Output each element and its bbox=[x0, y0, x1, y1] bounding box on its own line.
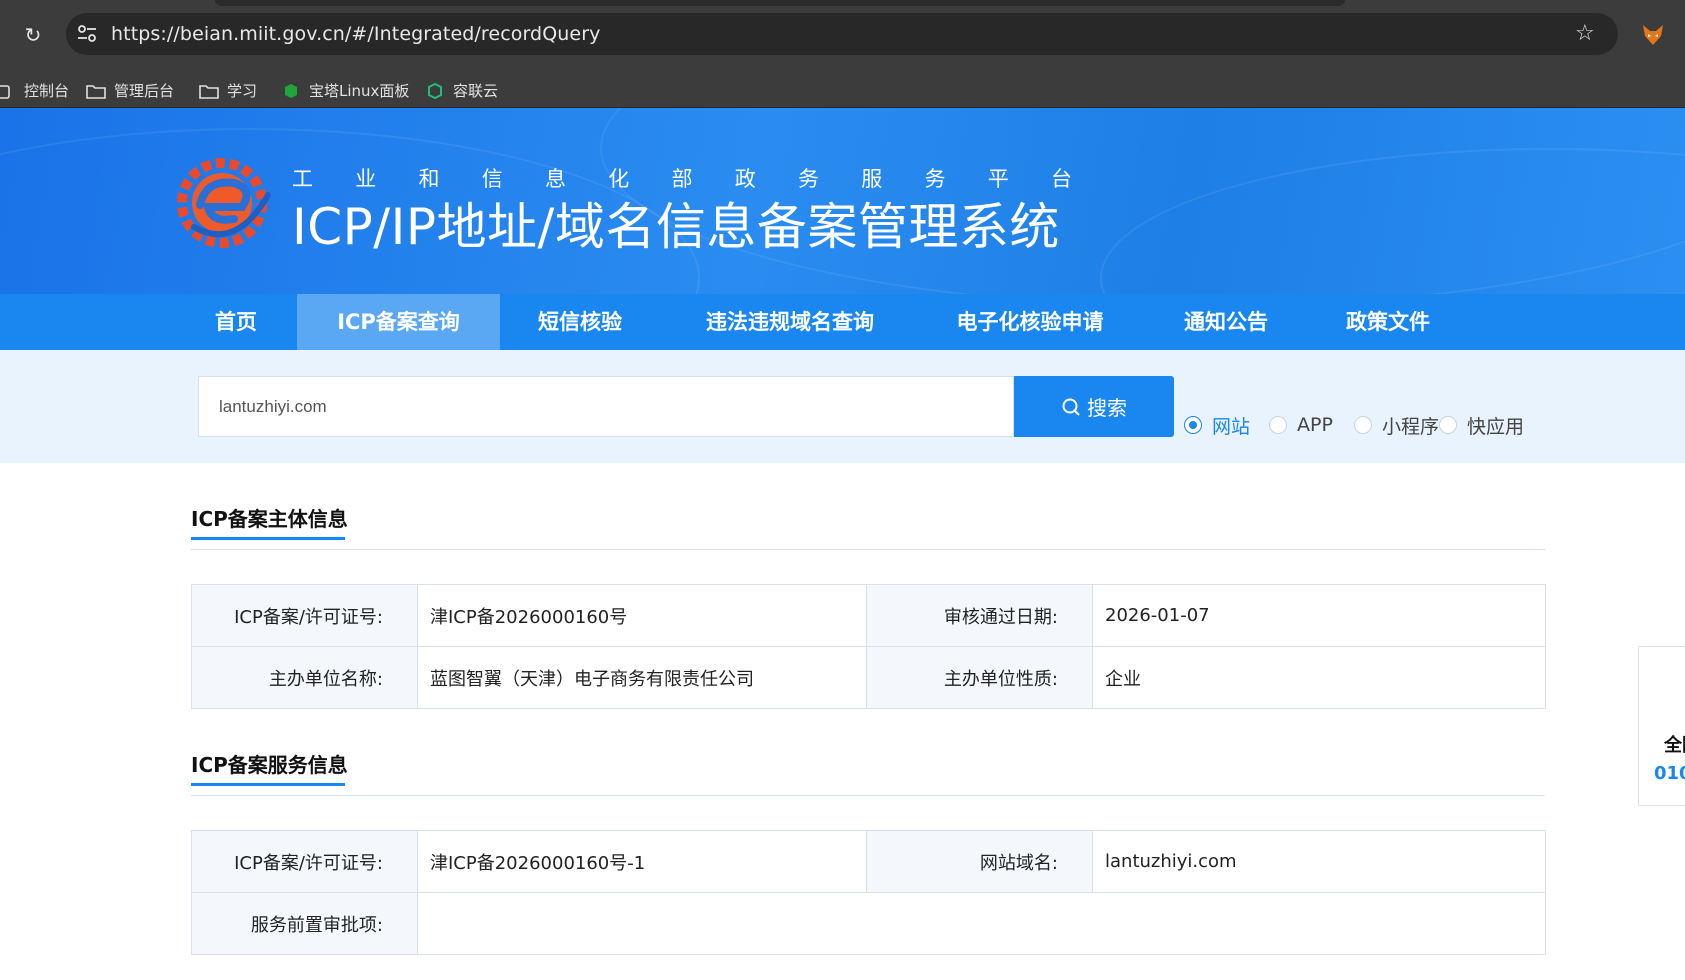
radio-dot bbox=[1269, 416, 1287, 434]
service-license-value: 津ICP备2026000160号-1 bbox=[417, 830, 867, 893]
radio-label: APP bbox=[1297, 414, 1333, 436]
nav-policy[interactable]: 政策文件 bbox=[1332, 294, 1444, 350]
nav-icp-query[interactable]: ICP备案查询 bbox=[297, 294, 500, 350]
subject-info-table: ICP备案/许可证号: 津ICP备2026000160号 审核通过日期: 202… bbox=[191, 584, 1546, 709]
subtitle-char: 和 bbox=[418, 167, 440, 191]
search-icon bbox=[1062, 398, 1080, 415]
bookmark-ronglian[interactable]: 容联云 bbox=[425, 80, 498, 102]
radio-label: 小程序 bbox=[1382, 415, 1440, 438]
approval-date-label: 审核通过日期: bbox=[866, 584, 1093, 647]
section-divider bbox=[191, 795, 1545, 796]
organizer-name-value: 蓝图智翼（天津）电子商务有限责任公司 bbox=[417, 646, 867, 709]
nav-sms-verify[interactable]: 短信核验 bbox=[520, 294, 640, 350]
type-website-radio[interactable]: 网站 bbox=[1184, 413, 1251, 438]
table-row: ICP备案/许可证号: 津ICP备2026000160号 审核通过日期: 202… bbox=[191, 584, 1546, 647]
table-row: ICP备案/许可证号: 津ICP备2026000160号-1 网站域名: lan… bbox=[191, 830, 1546, 893]
radio-label: 快应用 bbox=[1467, 415, 1525, 438]
bookmark-study[interactable]: 学习 bbox=[199, 80, 257, 102]
subtitle-char: 业 bbox=[355, 167, 377, 191]
subtitle-char: 工 bbox=[292, 167, 313, 191]
pre-approval-label: 服务前置审批项: bbox=[191, 892, 418, 955]
table-row: 服务前置审批项: bbox=[191, 892, 1546, 955]
bookmark-star-icon[interactable]: ☆ bbox=[1575, 21, 1595, 47]
nav-e-verify[interactable]: 电子化核验申请 bbox=[940, 294, 1120, 350]
subtitle-char: 平 bbox=[987, 167, 1009, 191]
hotline-title: 全国 bbox=[1664, 735, 1685, 756]
section-underline bbox=[191, 537, 345, 540]
type-miniprogram-radio[interactable]: 小程序 bbox=[1354, 413, 1440, 438]
nav-home[interactable]: 首页 bbox=[191, 294, 281, 350]
folder-icon bbox=[86, 85, 106, 99]
organizer-type-value: 企业 bbox=[1092, 646, 1546, 709]
tab-strip bbox=[215, 0, 1345, 6]
type-app-radio[interactable]: APP bbox=[1269, 413, 1333, 437]
subtitle-char: 务 bbox=[924, 167, 946, 191]
miit-logo-icon bbox=[177, 158, 271, 248]
subtitle-char: 信 bbox=[481, 167, 503, 191]
bookmark-label: 管理后台 bbox=[114, 82, 175, 100]
radio-dot bbox=[1439, 416, 1457, 434]
search-button-label: 搜索 bbox=[1087, 398, 1127, 420]
bookmark-baota[interactable]: 宝塔Linux面板 bbox=[281, 80, 409, 102]
url-text[interactable]: https://beian.miit.gov.cn/#/Integrated/r… bbox=[111, 22, 600, 46]
bookmark-console[interactable]: 控制台 bbox=[0, 80, 69, 102]
domain-value: lantuzhiyi.com bbox=[1092, 830, 1546, 893]
reload-icon[interactable]: ↻ bbox=[20, 22, 46, 48]
license-label: ICP备案/许可证号: bbox=[191, 584, 418, 647]
license-value: 津ICP备2026000160号 bbox=[417, 584, 867, 647]
subtitle-char: 部 bbox=[671, 167, 693, 191]
bookmark-admin[interactable]: 管理后台 bbox=[86, 80, 174, 102]
header-subtitle: 工业和信息化部政务服务平台 bbox=[292, 165, 1072, 193]
subtitle-char: 政 bbox=[734, 167, 756, 191]
subtitle-char: 服 bbox=[861, 167, 883, 191]
folder-icon bbox=[199, 85, 219, 99]
bookmark-label: 容联云 bbox=[453, 82, 499, 100]
table-row: 主办单位名称: 蓝图智翼（天津）电子商务有限责任公司 主办单位性质: 企业 bbox=[191, 646, 1546, 709]
subtitle-char: 务 bbox=[798, 167, 819, 191]
system-title: ICP/IP地址/域名信息备案管理系统 bbox=[292, 198, 1060, 256]
subtitle-char: 化 bbox=[608, 167, 630, 191]
hotline-phone: 010- bbox=[1654, 763, 1685, 784]
approval-date-value: 2026-01-07 bbox=[1092, 584, 1546, 647]
bookmark-label: 宝塔Linux面板 bbox=[309, 82, 410, 100]
service-info-title: ICP备案服务信息 bbox=[191, 753, 348, 777]
baota-icon bbox=[285, 84, 297, 98]
type-quickapp-radio[interactable]: 快应用 bbox=[1439, 413, 1525, 438]
service-info-table: ICP备案/许可证号: 津ICP备2026000160号-1 网站域名: lan… bbox=[191, 830, 1546, 955]
nav-illegal-domain[interactable]: 违法违规域名查询 bbox=[690, 294, 890, 350]
fox-extension-icon[interactable] bbox=[1640, 22, 1666, 48]
domain-label: 网站域名: bbox=[866, 830, 1093, 893]
organizer-name-label: 主办单位名称: bbox=[191, 646, 418, 709]
pre-approval-value bbox=[417, 892, 1546, 955]
service-license-label: ICP备案/许可证号: bbox=[191, 830, 418, 893]
radio-dot bbox=[1354, 416, 1372, 434]
folder-icon bbox=[0, 85, 10, 99]
ronglian-icon bbox=[428, 83, 442, 99]
section-underline bbox=[191, 783, 345, 786]
bookmark-label: 控制台 bbox=[24, 82, 70, 100]
site-info-icon[interactable] bbox=[76, 24, 98, 44]
radio-dot bbox=[1184, 416, 1202, 434]
bookmark-label: 学习 bbox=[227, 82, 258, 100]
subtitle-char: 息 bbox=[545, 167, 566, 191]
nav-notices[interactable]: 通知公告 bbox=[1170, 294, 1282, 350]
subject-info-title: ICP备案主体信息 bbox=[191, 507, 348, 531]
search-button[interactable]: 搜索 bbox=[1014, 376, 1174, 437]
subtitle-char: 台 bbox=[1051, 167, 1072, 191]
radio-label: 网站 bbox=[1212, 415, 1251, 438]
organizer-type-label: 主办单位性质: bbox=[866, 646, 1093, 709]
search-input[interactable] bbox=[198, 376, 1014, 437]
section-divider bbox=[191, 549, 1545, 550]
